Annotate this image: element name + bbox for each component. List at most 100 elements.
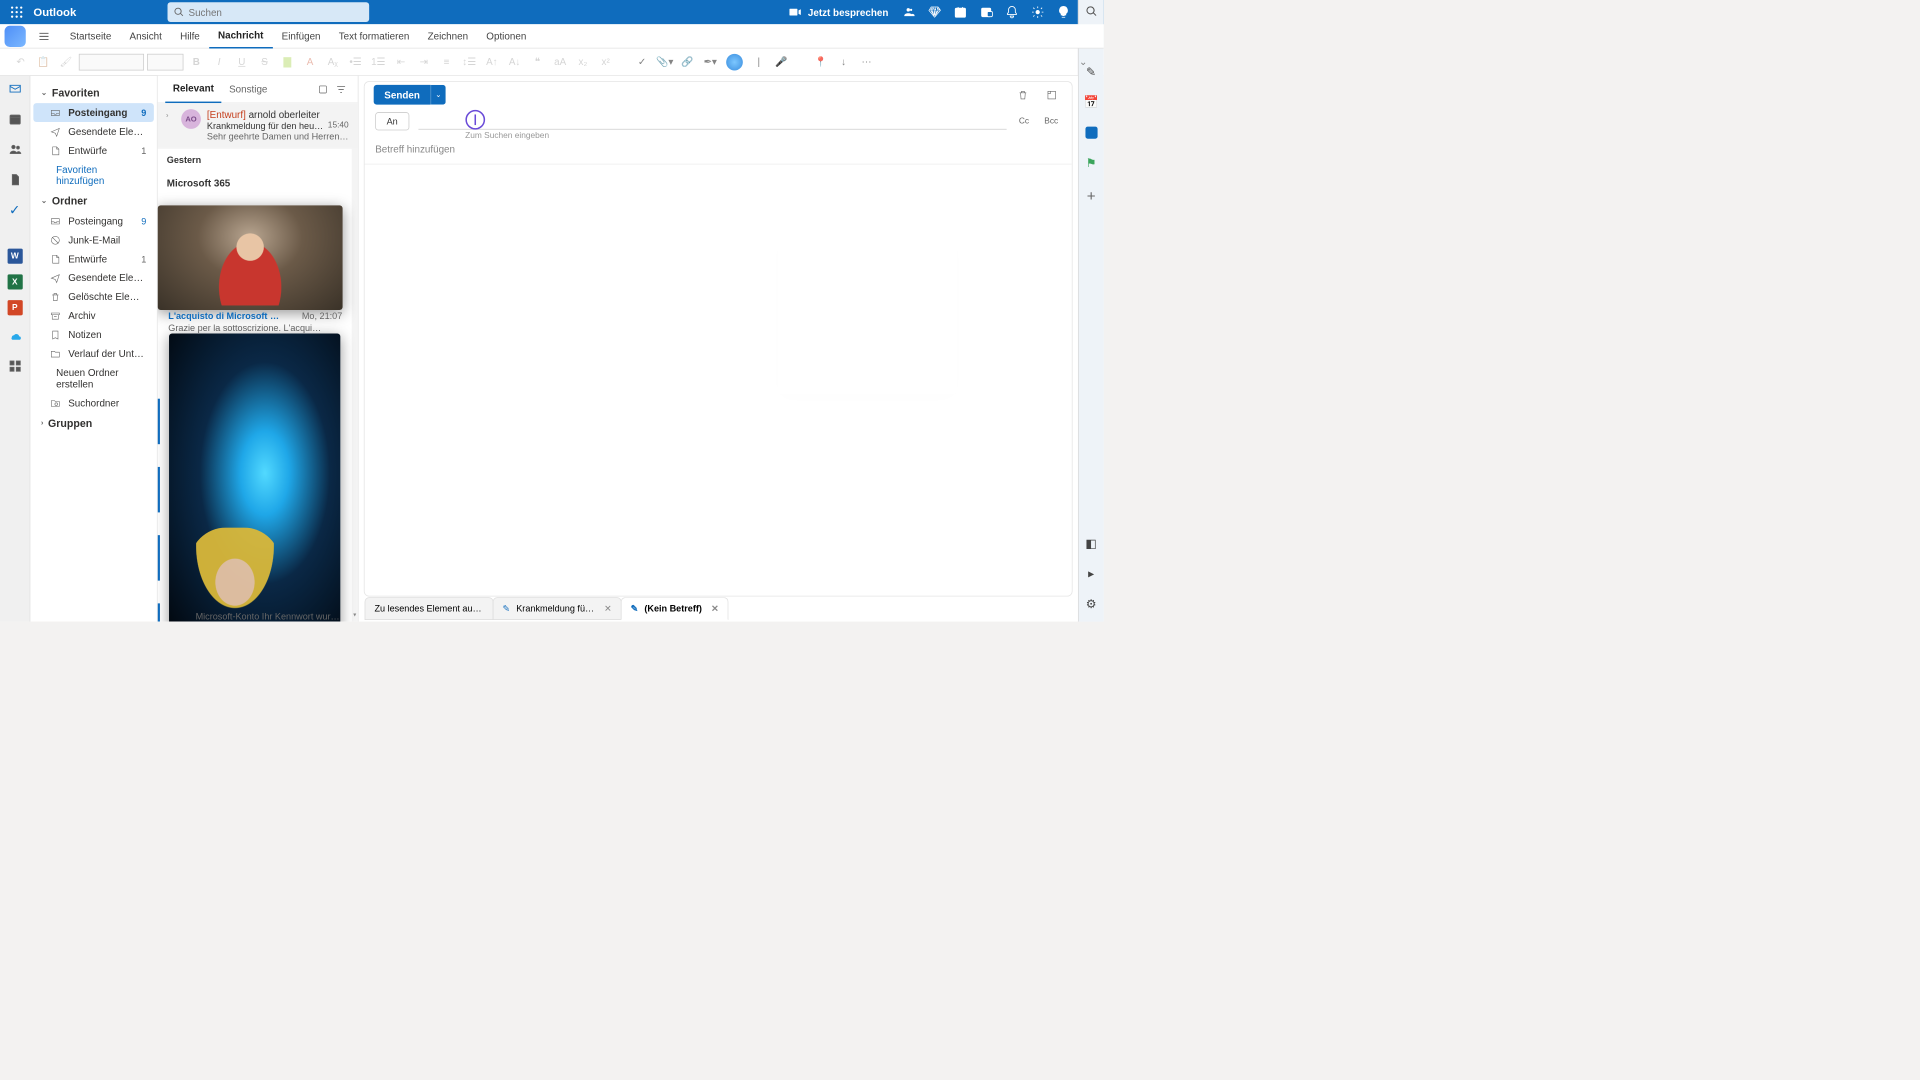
bullets-icon[interactable]: •☰ [346,52,366,72]
copilot-toolbar-icon[interactable] [723,52,746,72]
dictate-icon[interactable]: 🎤 [772,52,792,72]
attach-icon[interactable]: 📎▾ [655,52,675,72]
send-button[interactable]: Senden ⌄ [374,85,446,105]
folder-search-folders[interactable]: Suchordner [33,393,154,412]
discard-icon[interactable] [1011,89,1034,100]
teams-icon[interactable] [896,0,922,24]
calendar-day-icon[interactable] [948,0,974,24]
tab-options[interactable]: Optionen [477,24,535,48]
tab-view[interactable]: Ansicht [120,24,171,48]
bold-icon[interactable]: B [186,52,206,72]
folder-drafts-fav[interactable]: Entwürfe 1 [33,141,154,160]
rail-onedrive-icon[interactable] [5,326,25,346]
folders-header[interactable]: ⌄Ordner [33,190,154,211]
tab-format-text[interactable]: Text formatieren [330,24,419,48]
rail-files-icon[interactable] [5,170,25,190]
settings-icon[interactable] [1025,0,1051,24]
app-launcher-icon[interactable] [5,0,29,24]
bottom-tab-draft1[interactable]: ✎Krankmeldung für …✕ [493,597,622,620]
subject-input[interactable] [375,143,1061,154]
select-mode-icon[interactable] [314,84,332,95]
tab-focused[interactable]: Relevant [165,75,221,102]
rail-search-icon[interactable] [1083,3,1100,20]
editor-icon[interactable]: ✓ [632,52,652,72]
add-favorite-link[interactable]: Favoriten hinzufügen [33,160,154,190]
rail-add-icon[interactable]: + [1087,188,1096,205]
contact-suggestions-popup[interactable] [778,235,957,394]
expand-icon[interactable]: › [166,109,175,142]
to-field[interactable]: Zum Suchen eingeben [418,113,1007,130]
quote-icon[interactable]: ❝ [528,52,548,72]
cc-button[interactable]: Cc [1016,117,1032,126]
outdent-icon[interactable]: ⇤ [391,52,411,72]
clear-format-icon[interactable]: Aᵪ [323,52,343,72]
font-family-input[interactable] [79,53,144,70]
search-box[interactable] [167,2,369,22]
inc-font-icon[interactable]: A↑ [482,52,502,72]
folder-junk[interactable]: Junk-E-Mail [33,230,154,249]
highlight-icon[interactable]: ▇ [277,52,297,72]
meet-now-button[interactable]: Jetzt besprechen [788,5,888,19]
subscript-icon[interactable]: x₂ [573,52,593,72]
format-painter-icon[interactable]: 🖌 [56,52,76,72]
bottom-tab-draft2[interactable]: ✎(Kein Betreff)✕ [621,597,729,620]
font-size-input[interactable] [147,53,183,70]
folder-sent-fav[interactable]: Gesendete Elemente [33,122,154,141]
message-item[interactable]: › AO [Entwurf] arnold oberleiter Krankme… [158,103,358,148]
to-button[interactable]: An [375,112,409,130]
filter-icon[interactable] [332,84,350,95]
align-icon[interactable]: ≡ [437,52,457,72]
rail-people-icon[interactable] [5,139,25,159]
rail-calendar-icon[interactable]: 📅 [1083,94,1100,111]
rail-collapse-icon[interactable]: ▸ [1083,565,1100,582]
rail-word-icon[interactable]: W [7,249,22,264]
folder-archive[interactable]: Archiv [33,306,154,325]
numbering-icon[interactable]: 1☰ [368,52,388,72]
dec-font-icon[interactable]: A↓ [505,52,525,72]
bottom-tab-reading[interactable]: Zu lesendes Element ausw… [365,597,494,620]
bcc-button[interactable]: Bcc [1041,117,1061,126]
rail-calendar2-icon[interactable] [5,109,25,129]
favorites-header[interactable]: ⌄Favoriten [33,82,154,103]
search-input[interactable] [188,6,362,17]
undo-icon[interactable]: ↶ [11,52,31,72]
diamond-icon[interactable] [922,0,948,24]
rail-gear-icon[interactable]: ⚙ [1083,596,1100,613]
superscript-icon[interactable]: x² [596,52,616,72]
video-pip-webcam[interactable] [158,205,343,310]
indent-icon[interactable]: ⇥ [414,52,434,72]
message-list-body[interactable]: ▾ › AO [Entwurf] arnold oberleiter Krank… [158,103,358,621]
more-icon[interactable]: ⋯ [857,52,877,72]
tab-help[interactable]: Hilfe [171,24,209,48]
italic-icon[interactable]: I [209,52,229,72]
folder-deleted[interactable]: Gelöschte Elemente [33,287,154,306]
underline-icon[interactable]: U [232,52,252,72]
tab-insert[interactable]: Einfügen [273,24,330,48]
link-icon[interactable]: 🔗 [678,52,698,72]
close-tab-icon[interactable]: ✕ [604,603,612,614]
folder-inbox-fav[interactable]: Posteingang 9 [33,103,154,122]
tips-icon[interactable] [1051,0,1077,24]
folder-drafts[interactable]: Entwürfe1 [33,249,154,268]
paste-icon[interactable]: 📋 [33,52,53,72]
rail-apps-icon[interactable] [5,356,25,376]
notifications-icon[interactable] [999,0,1025,24]
rail-powerpoint-icon[interactable]: P [7,300,22,315]
folder-sent[interactable]: Gesendete Elemente [33,268,154,287]
case-icon[interactable]: aA [550,52,570,72]
folder-inbox[interactable]: Posteingang9 [33,211,154,230]
copilot-chip-icon[interactable] [5,25,26,46]
line-spacing-icon[interactable]: ↕☰ [459,52,479,72]
rail-panel-icon[interactable]: ◧ [1083,535,1100,552]
tab-draw[interactable]: Zeichnen [418,24,477,48]
rail-outlook-icon[interactable] [1083,124,1100,141]
my-day-icon[interactable] [973,0,999,24]
popout-icon[interactable] [1040,89,1063,100]
tab-message[interactable]: Nachricht [209,24,273,48]
tab-home[interactable]: Startseite [61,24,121,48]
strike-icon[interactable]: S [255,52,275,72]
tab-other[interactable]: Sonstige [221,75,275,102]
pin-icon[interactable]: 📍 [811,52,831,72]
close-tab-icon[interactable]: ✕ [711,603,719,614]
ribbon-expand-icon[interactable]: ⌄ [1073,52,1093,72]
